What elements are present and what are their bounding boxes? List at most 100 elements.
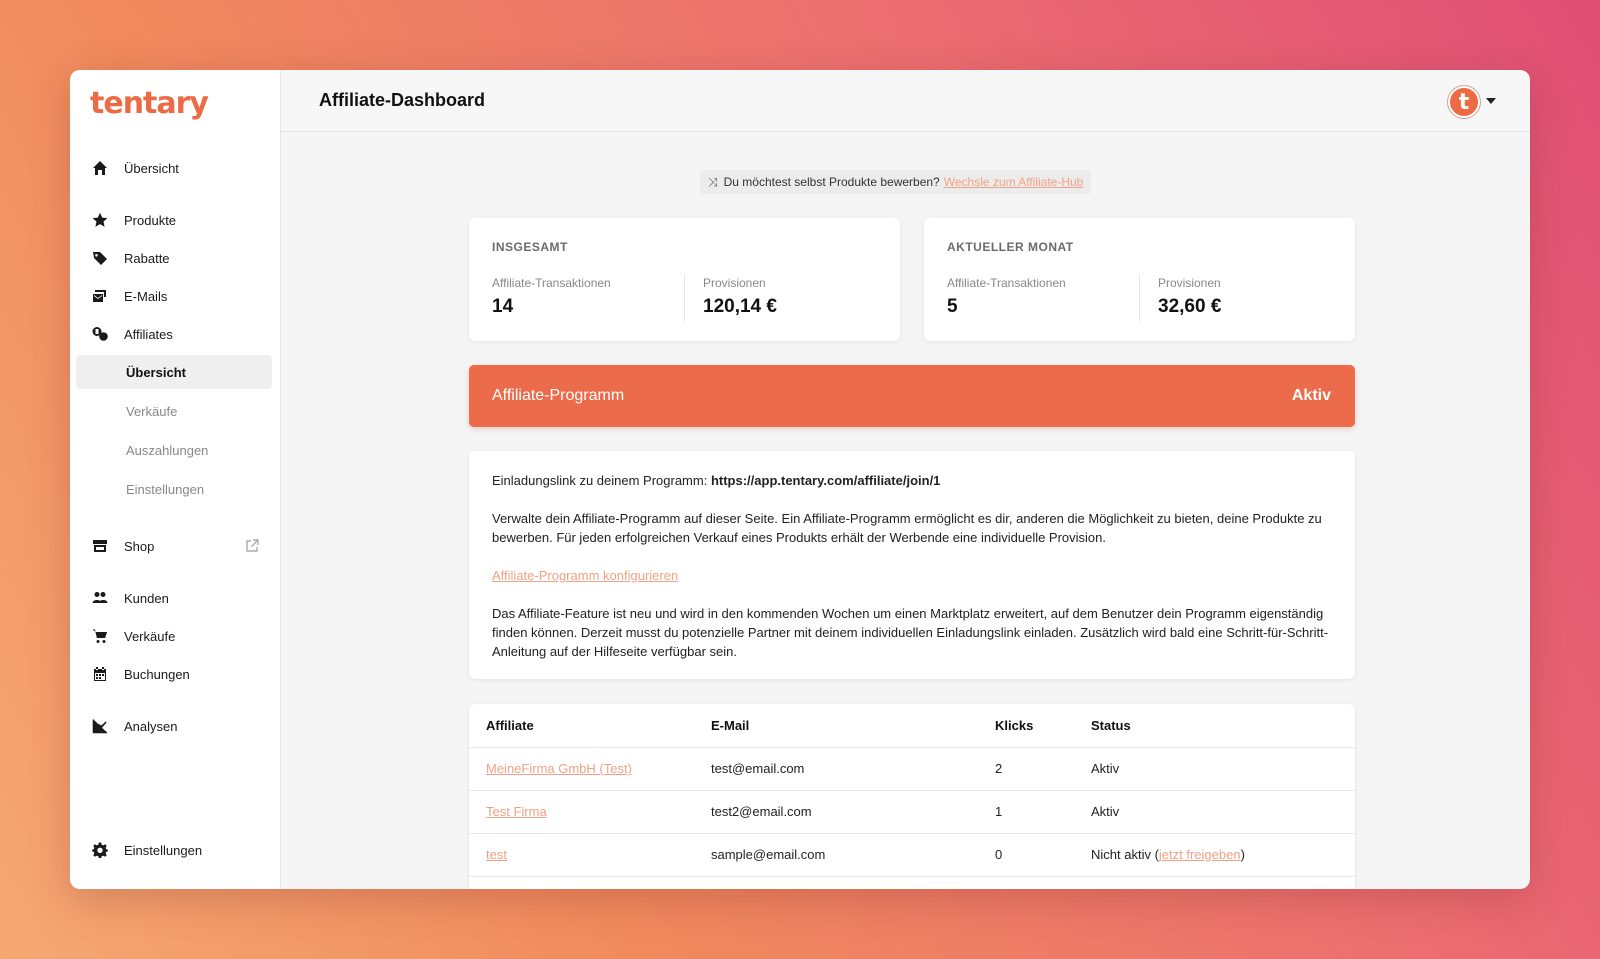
avatar[interactable]: t: [1448, 86, 1480, 118]
sidebar-item-rabatte[interactable]: Rabatte: [76, 241, 272, 275]
info-paragraph: Verwalte dein Affiliate-Programm auf die…: [492, 511, 1322, 545]
sidebar-item-affiliates[interactable]: Affiliates: [76, 317, 272, 351]
sidebar-item-label: Shop: [124, 538, 155, 554]
stat-label: Affiliate-Transaktionen: [947, 276, 1066, 290]
approve-now-link[interactable]: jetzt freigeben: [1159, 847, 1241, 862]
table-cell-empty: [995, 876, 1091, 889]
app-window: tentary Übersicht Produkte Rabatte E-Mai…: [70, 70, 1530, 889]
sidebar-item-einstellungen[interactable]: Einstellungen: [76, 833, 272, 867]
cart-icon: [90, 626, 110, 646]
table-cell-empty: [469, 876, 711, 889]
sidebar-item-label: Übersicht: [124, 160, 179, 176]
sidebar-item-uebersicht[interactable]: Übersicht: [76, 151, 272, 185]
chevron-down-icon[interactable]: [1486, 98, 1496, 104]
program-title: Affiliate-Programm: [492, 387, 625, 404]
table-row: Test Firma test2@email.com 1 Aktiv: [469, 790, 1355, 834]
tag-icon: [90, 248, 110, 268]
divider: [684, 274, 685, 322]
sidebar-subitem-uebersicht[interactable]: Übersicht: [76, 355, 272, 389]
affiliate-hub-link[interactable]: Wechsle zum Affiliate-Hub: [944, 175, 1084, 189]
affiliates-table: Affiliate E-Mail Klicks Status MeineFirm…: [469, 704, 1355, 889]
sidebar-item-verkaeufe[interactable]: Verkäufe: [76, 619, 272, 653]
sidebar-item-label: Einstellungen: [124, 842, 203, 858]
affiliates-icon: [90, 324, 110, 344]
sidebar-item-produkte[interactable]: Produkte: [76, 203, 272, 237]
affiliate-name-link[interactable]: MeineFirma GmbH (Test): [486, 761, 632, 776]
sidebar-item-emails[interactable]: E-Mails: [76, 279, 272, 313]
sidebar-subitem-auszahlungen[interactable]: Auszahlungen: [76, 433, 272, 467]
sidebar-item-analysen[interactable]: Analysen: [76, 709, 272, 743]
affiliate-name-link[interactable]: Test Firma: [486, 804, 547, 819]
sidebar-item-shop[interactable]: Shop: [76, 529, 272, 563]
table-row: test sample@email.com 0 Nicht aktiv (jet…: [469, 833, 1355, 877]
stat-commission: Provisionen 32,60 €: [1158, 276, 1221, 318]
mail-icon: [90, 286, 110, 306]
chart-icon: [90, 716, 110, 736]
table-cell-empty: [1091, 876, 1355, 889]
invite-label: Einladungslink zu deinem Programm:: [492, 473, 708, 488]
affiliate-status: Nicht aktiv (jetzt freigeben): [1091, 833, 1355, 877]
stat-transactions: Affiliate-Transaktionen 5: [947, 276, 1066, 318]
divider: [1139, 274, 1140, 322]
affiliate-status: Aktiv: [1091, 790, 1355, 834]
affiliates-table-card: Affiliate E-Mail Klicks Status MeineFirm…: [469, 704, 1355, 889]
configure-program-link[interactable]: Affiliate-Programm konfigurieren: [492, 568, 678, 583]
affiliate-email: sample@email.com: [711, 833, 995, 877]
status-text-end: ): [1240, 847, 1245, 862]
affiliate-hub-hint: ⤨ Du möchtest selbst Produkte bewerben? …: [700, 170, 1092, 194]
shuffle-icon: ⤨: [708, 174, 718, 189]
info-paragraph: Das Affiliate-Feature ist neu und wird i…: [492, 606, 1329, 659]
table-header-row: Affiliate E-Mail Klicks Status: [469, 704, 1355, 748]
stats-heading: INSGESAMT: [492, 240, 568, 254]
logo[interactable]: tentary: [90, 86, 209, 121]
stat-value: 120,14 €: [703, 296, 777, 317]
calendar-icon: [90, 664, 110, 684]
invite-url[interactable]: https://app.tentary.com/affiliate/join/1: [711, 473, 940, 488]
affiliate-email: test@email.com: [711, 747, 995, 791]
main-content: Affiliate-Dashboard t ⤨ Du möchtest selb…: [281, 70, 1530, 889]
sidebar-item-label: Affiliates: [124, 326, 173, 342]
column-header-klicks[interactable]: Klicks: [995, 704, 1091, 748]
affiliate-program-bar[interactable]: Affiliate-Programm Aktiv: [469, 365, 1355, 427]
gear-icon: [90, 840, 110, 860]
top-bar: Affiliate-Dashboard t: [281, 70, 1530, 132]
sidebar-item-label: Buchungen: [124, 666, 190, 682]
column-header-email[interactable]: E-Mail: [711, 704, 995, 748]
sidebar-item-buchungen[interactable]: Buchungen: [76, 657, 272, 691]
stat-label: Provisionen: [1158, 276, 1221, 290]
stats-heading: AKTUELLER MONAT: [947, 240, 1074, 254]
stat-commission: Provisionen 120,14 €: [703, 276, 777, 318]
affiliate-clicks: 1: [995, 790, 1091, 834]
affiliate-clicks: 0: [995, 833, 1091, 877]
sidebar-subitem-einstellungen[interactable]: Einstellungen: [76, 472, 272, 506]
invite-line: Einladungslink zu deinem Programm: https…: [492, 471, 1332, 490]
affiliate-email: test2@email.com: [711, 790, 995, 834]
affiliate-status: Aktiv: [1091, 747, 1355, 791]
store-icon: [90, 536, 110, 556]
sidebar-item-label: Kunden: [124, 590, 169, 606]
column-header-affiliate[interactable]: Affiliate: [469, 704, 711, 748]
home-icon: [90, 158, 110, 178]
users-icon: [90, 588, 110, 608]
affiliate-clicks: 2: [995, 747, 1091, 791]
stat-value: 5: [947, 296, 958, 317]
table-row: MeineFirma GmbH (Test) test@email.com 2 …: [469, 747, 1355, 791]
external-link-icon[interactable]: [244, 538, 260, 557]
stat-value: 14: [492, 296, 514, 317]
sidebar-item-kunden[interactable]: Kunden: [76, 581, 272, 615]
status-text: Nicht aktiv (: [1091, 847, 1159, 862]
stat-value: 32,60 €: [1158, 296, 1222, 317]
sidebar-item-label: Verkäufe: [124, 628, 176, 644]
program-info-card: Einladungslink zu deinem Programm: https…: [469, 451, 1355, 679]
sidebar-item-label: Produkte: [124, 212, 177, 228]
column-header-status[interactable]: Status: [1091, 704, 1355, 748]
stats-month-card: AKTUELLER MONAT Affiliate-Transaktionen …: [924, 218, 1355, 341]
star-icon: [90, 210, 110, 230]
stat-transactions: Affiliate-Transaktionen 14: [492, 276, 611, 318]
affiliate-name-link[interactable]: test: [486, 847, 507, 862]
table-row: [469, 876, 1355, 889]
stat-label: Provisionen: [703, 276, 766, 290]
sidebar-subitem-verkaeufe[interactable]: Verkäufe: [76, 394, 272, 428]
table-cell-empty: [711, 876, 995, 889]
sidebar-item-label: Rabatte: [124, 250, 170, 266]
